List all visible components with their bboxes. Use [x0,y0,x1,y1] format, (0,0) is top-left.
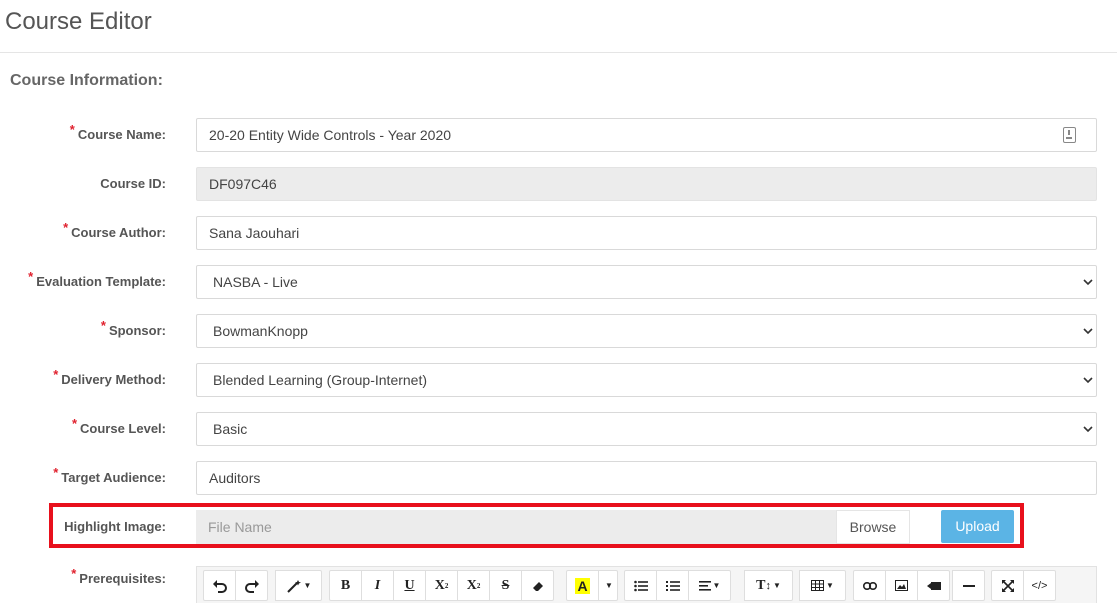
course-id-field: DF097C46 [196,167,1097,201]
required-marker: * [63,220,69,235]
superscript-icon[interactable]: X2 [425,570,458,601]
title-divider [0,52,1117,53]
magic-wand-icon[interactable]: ▼ [275,570,322,601]
course-level-row: * Course Level: Basic [0,412,1117,446]
sponsor-select[interactable]: BowmanKnopp [196,314,1097,348]
required-marker: * [71,416,78,431]
required-marker: * [28,269,34,284]
course-id-label: Course ID: [100,176,166,191]
course-author-input[interactable]: Sana Jaouhari [196,216,1097,250]
target-audience-row: * Target Audience: Auditors [0,461,1117,495]
delivery-method-value: Blended Learning (Group-Internet) [213,372,428,388]
course-name-value: 20-20 Entity Wide Controls - Year 2020 [209,127,452,143]
align-icon[interactable]: ▼ [688,570,731,601]
evaluation-template-value: NASBA - Live [213,274,298,290]
color-dropdown-icon[interactable]: ▼ [598,570,618,601]
eraser-icon[interactable] [521,570,554,601]
delivery-method-select[interactable]: Blended Learning (Group-Internet) [196,363,1097,397]
required-marker: * [53,367,59,382]
unordered-list-icon[interactable] [624,570,657,601]
image-icon[interactable] [885,570,918,601]
required-marker: * [53,465,59,480]
course-name-label: * Course Name: [69,122,166,142]
section-title: Course Information: [10,72,163,89]
course-name-row: * Course Name: 20-20 Entity Wide Controls… [0,118,1117,152]
ordered-list-icon[interactable] [656,570,689,601]
character-counter-icon[interactable] [1063,127,1076,143]
required-marker: * [100,318,106,333]
link-icon[interactable] [853,570,886,601]
evaluation-template-label: * Evaluation Template: [28,269,166,289]
sponsor-row: * Sponsor: BowmanKnopp [0,314,1117,348]
course-level-value: Basic [213,421,248,437]
horizontal-rule-icon[interactable] [952,570,985,601]
font-size-icon[interactable]: T ↕ ▼ [744,570,793,601]
course-level-select[interactable]: Basic [196,412,1097,446]
delivery-method-label: * Delivery Method: [53,367,166,387]
required-marker: * [71,566,77,581]
evaluation-template-select[interactable]: NASBA - Live [196,265,1097,299]
italic-icon[interactable]: I [361,570,394,601]
course-author-row: * Course Author: Sana Jaouhari [0,216,1117,250]
sponsor-label: * Sponsor: [100,318,166,338]
chevron-down-icon [1083,328,1093,335]
evaluation-template-row: * Evaluation Template: NASBA - Live [0,265,1117,299]
course-level-label: * Course Level: [71,416,166,436]
course-id-row: Course ID: DF097C46 [0,167,1117,201]
highlight-color-icon[interactable]: A [566,570,599,601]
delivery-method-row: * Delivery Method: Blended Learning (Grou… [0,363,1117,397]
browse-button[interactable]: Browse [836,510,910,544]
course-name-input[interactable]: 20-20 Entity Wide Controls - Year 2020 [196,118,1097,152]
redo-icon[interactable] [235,570,268,601]
highlight-image-label: Highlight Image: [64,519,166,534]
rich-text-toolbar: ▼ B I U X2 X2 S A ▼ ▼ T ↕ ▼ ▼ </> [196,566,1097,603]
target-audience-input[interactable]: Auditors [196,461,1097,495]
undo-icon[interactable] [203,570,236,601]
video-icon[interactable] [917,570,950,601]
underline-icon[interactable]: U [393,570,426,601]
chevron-down-icon [1083,377,1093,384]
sponsor-value: BowmanKnopp [213,323,308,339]
chevron-down-icon [1083,279,1093,286]
page-title: Course Editor [5,8,152,35]
file-name-input[interactable]: File Name [196,510,836,544]
prerequisites-label: * Prerequisites: [71,566,166,586]
fullscreen-icon[interactable] [991,570,1024,601]
bold-icon[interactable]: B [329,570,362,601]
target-audience-label: * Target Audience: [53,465,166,485]
upload-button[interactable]: Upload [941,510,1014,543]
code-view-icon[interactable]: </> [1023,570,1056,601]
table-icon[interactable]: ▼ [799,570,846,601]
course-author-label: * Course Author: [63,220,166,240]
required-marker: * [69,122,75,137]
subscript-icon[interactable]: X2 [457,570,490,601]
strikethrough-icon[interactable]: S [489,570,522,601]
chevron-down-icon [1083,426,1093,433]
